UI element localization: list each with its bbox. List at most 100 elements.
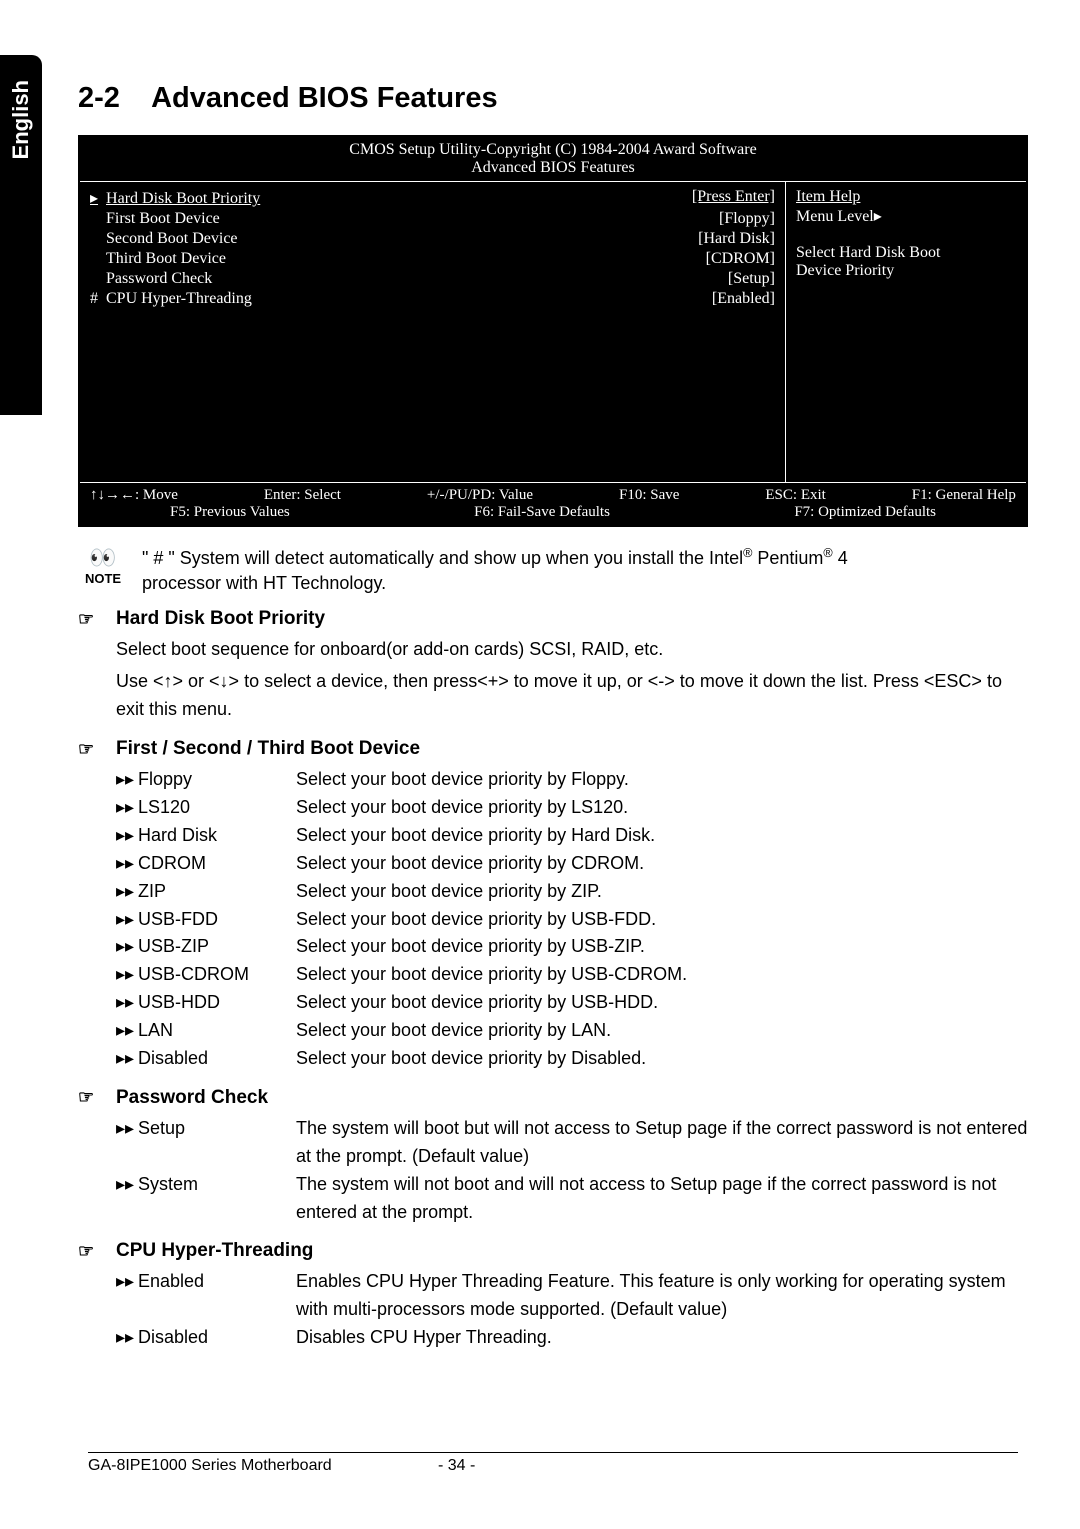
item-desc: The system will not boot and will not ac… [296,1171,1028,1227]
item-label: Disabled [138,1324,296,1352]
double-arrow-icon: ▸▸ [116,1268,138,1324]
list-item: ▸▸LANSelect your boot device priority by… [78,1017,1028,1045]
note-text: " # " System will detect automatically a… [142,545,1028,596]
item-desc: Select your boot device priority by Flop… [296,766,1028,794]
hand-icon: ☞ [78,739,106,760]
item-label: USB-HDD [138,989,296,1017]
item-desc: Select your boot device priority by Disa… [296,1045,1028,1073]
bios-screen: CMOS Setup Utility-Copyright (C) 1984-20… [78,135,1028,527]
item-label: Setup [138,1115,296,1171]
list-item: ▸▸DisabledDisables CPU Hyper Threading. [78,1324,1028,1352]
bios-item[interactable]: Password Check [Setup] [90,270,775,288]
list-item: ▸▸USB-CDROMSelect your boot device prior… [78,961,1028,989]
help-desc-2: Device Priority [796,262,1016,280]
double-arrow-icon: ▸▸ [116,906,138,934]
item-desc: Enables CPU Hyper Threading Feature. Thi… [296,1268,1028,1324]
section-title: 2-2 Advanced BIOS Features [78,82,1028,115]
item-label: LAN [138,1017,296,1045]
bios-help-panel: Item Help Menu Level▸ Select Hard Disk B… [786,182,1026,482]
item-label: ZIP [138,878,296,906]
item-desc: Select your boot device priority by USB-… [296,906,1028,934]
bios-item[interactable]: Second Boot Device [Hard Disk] [90,230,775,248]
item-label: System [138,1171,296,1227]
bios-title: Advanced BIOS Features [84,159,1022,177]
item-desc: Select your boot device priority by LAN. [296,1017,1028,1045]
item-label: USB-ZIP [138,933,296,961]
item-label: USB-FDD [138,906,296,934]
bios-item[interactable]: Third Boot Device [CDROM] [90,250,775,268]
hand-icon: ☞ [78,609,106,630]
option-heading: CPU Hyper-Threading [116,1240,313,1262]
note-block: 👀 NOTE " # " System will detect automati… [78,545,1028,596]
item-desc: Select your boot device priority by Hard… [296,822,1028,850]
double-arrow-icon: ▸▸ [116,794,138,822]
list-item: ▸▸EnabledEnables CPU Hyper Threading Fea… [78,1268,1028,1324]
double-arrow-icon: ▸▸ [116,989,138,1017]
item-label: USB-CDROM [138,961,296,989]
item-desc: Select your boot device priority by USB-… [296,933,1028,961]
page-footer: GA-8IPE1000 Series Motherboard - 34 - [88,1452,1018,1475]
double-arrow-icon: ▸▸ [116,961,138,989]
page-content: 2-2 Advanced BIOS Features CMOS Setup Ut… [78,82,1028,1366]
item-desc: Disables CPU Hyper Threading. [296,1324,1028,1352]
menu-level: Menu Level▸ [796,206,1016,226]
list-item: ▸▸USB-FDDSelect your boot device priorit… [78,906,1028,934]
double-arrow-icon: ▸▸ [116,850,138,878]
bios-item[interactable]: # CPU Hyper-Threading [Enabled] [90,290,775,308]
item-desc: Select your boot device priority by USB-… [296,989,1028,1017]
double-arrow-icon: ▸▸ [116,822,138,850]
double-arrow-icon: ▸▸ [116,1171,138,1227]
item-desc: The system will boot but will not access… [296,1115,1028,1171]
double-arrow-icon: ▸▸ [116,766,138,794]
option-heading: First / Second / Third Boot Device [116,738,420,760]
hand-icon: ☞ [78,1087,106,1108]
list-item: ▸▸ZIPSelect your boot device priority by… [78,878,1028,906]
help-desc-1: Select Hard Disk Boot [796,244,1016,262]
double-arrow-icon: ▸▸ [116,1017,138,1045]
list-item: ▸▸DisabledSelect your boot device priori… [78,1045,1028,1073]
list-item: ▸▸USB-ZIPSelect your boot device priorit… [78,933,1028,961]
option-desc: Use <↑> or <↓> to select a device, then … [78,668,1028,724]
item-label: CDROM [138,850,296,878]
option-section-hyperthreading: ☞ CPU Hyper-Threading ▸▸EnabledEnables C… [78,1240,1028,1352]
item-label: Disabled [138,1045,296,1073]
bios-footer: ↑↓→←: Move Enter: Select +/-/PU/PD: Valu… [80,482,1026,525]
option-section-hdd-priority: ☞ Hard Disk Boot Priority Select boot se… [78,608,1028,724]
item-label: Hard Disk [138,822,296,850]
list-item: ▸▸SystemThe system will not boot and wil… [78,1171,1028,1227]
option-desc: Select boot sequence for onboard(or add-… [78,636,1028,664]
item-desc: Select your boot device priority by LS12… [296,794,1028,822]
list-item: ▸▸SetupThe system will boot but will not… [78,1115,1028,1171]
item-desc: Select your boot device priority by ZIP. [296,878,1028,906]
option-heading: Hard Disk Boot Priority [116,608,325,630]
item-desc: Select your boot device priority by CDRO… [296,850,1028,878]
item-help-title: Item Help [796,188,1016,206]
bios-copyright: CMOS Setup Utility-Copyright (C) 1984-20… [84,141,1022,159]
footer-product: GA-8IPE1000 Series Motherboard [88,1457,438,1475]
list-item: ▸▸USB-HDDSelect your boot device priorit… [78,989,1028,1017]
bios-item[interactable]: ▸ Hard Disk Boot Priority [Press Enter] [90,188,775,208]
list-item: ▸▸FloppySelect your boot device priority… [78,766,1028,794]
option-heading: Password Check [116,1087,268,1109]
double-arrow-icon: ▸▸ [116,878,138,906]
note-icon: 👀 NOTE [78,545,128,586]
language-tab: English [0,55,42,415]
double-arrow-icon: ▸▸ [116,933,138,961]
option-section-boot-device: ☞ First / Second / Third Boot Device ▸▸F… [78,738,1028,1073]
list-item: ▸▸CDROMSelect your boot device priority … [78,850,1028,878]
item-desc: Select your boot device priority by USB-… [296,961,1028,989]
double-arrow-icon: ▸▸ [116,1045,138,1073]
list-item: ▸▸LS120Select your boot device priority … [78,794,1028,822]
hand-icon: ☞ [78,1241,106,1262]
bios-left-panel: ▸ Hard Disk Boot Priority [Press Enter] … [80,182,786,482]
bios-item[interactable]: First Boot Device [Floppy] [90,210,775,228]
double-arrow-icon: ▸▸ [116,1324,138,1352]
bios-header: CMOS Setup Utility-Copyright (C) 1984-20… [80,137,1026,182]
item-label: LS120 [138,794,296,822]
section-heading: Advanced BIOS Features [151,82,498,114]
double-arrow-icon: ▸▸ [116,1115,138,1171]
item-label: Floppy [138,766,296,794]
footer-page-number: - 34 - [438,1457,475,1475]
section-number: 2-2 [78,82,120,114]
option-section-password: ☞ Password Check ▸▸SetupThe system will … [78,1087,1028,1227]
